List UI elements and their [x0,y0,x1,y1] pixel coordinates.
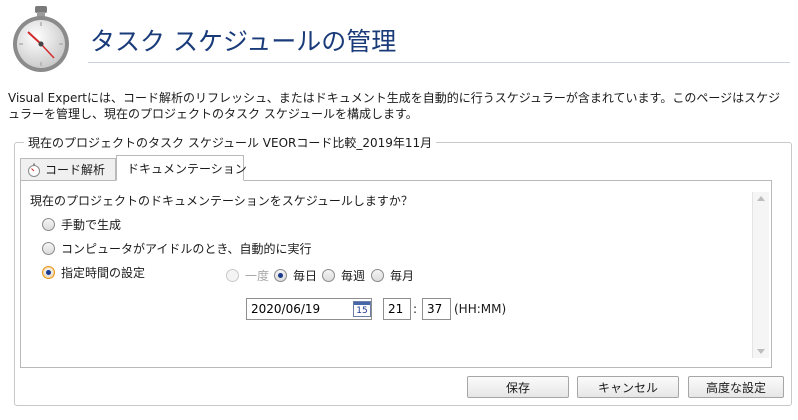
minute-field[interactable] [422,298,451,320]
page-header: タスク スケジュールの管理 [0,0,798,80]
tab-documentation[interactable]: ドキュメンテーション [116,155,247,181]
page-title: タスク スケジュールの管理 [90,27,397,56]
minute-input[interactable] [423,299,450,319]
radio-specified-time[interactable]: 指定時間の設定 [42,264,145,281]
calendar-icon[interactable]: 15 [353,301,371,317]
schedule-question: 現在のプロジェクトのドキュメンテーションをスケジュールしますか？ [30,194,413,208]
advanced-settings-button[interactable]: 高度な設定 [688,376,784,398]
radio-label: コンピュータがアイドルのとき、自動的に実行 [61,242,312,256]
scroll-up-arrow-icon[interactable] [757,196,765,201]
radio-button[interactable] [322,269,335,282]
radio-label: 手動で生成 [61,218,122,232]
stopwatch-icon [28,163,40,177]
tab-label: コード解析 [45,163,106,177]
radio-daily[interactable]: 毎日 [274,267,317,284]
hour-field[interactable] [383,298,411,320]
radio-label: 一度 [245,269,270,283]
radio-button[interactable] [42,266,55,279]
date-picker[interactable]: 15 [246,298,372,320]
header-divider [88,62,790,63]
page-description: Visual Expertには、コード解析のリフレッシュ、またはドキュメント生成… [8,91,781,121]
hour-input[interactable] [384,299,410,319]
radio-button[interactable] [42,242,55,255]
radio-label: 毎週 [341,269,366,283]
radio-button[interactable] [274,269,287,282]
stopwatch-logo-icon [13,6,69,72]
radio-weekly[interactable]: 毎週 [322,267,365,284]
radio-idle[interactable]: コンピュータがアイドルのとき、自動的に実行 [42,240,312,257]
save-button[interactable]: 保存 [467,376,569,398]
cancel-button[interactable]: キャンセル [577,376,679,398]
radio-button[interactable] [371,269,384,282]
radio-manual[interactable]: 手動で生成 [42,216,121,233]
tab-code-analysis[interactable]: コード解析 [20,158,116,180]
radio-button[interactable] [226,269,239,282]
radio-button[interactable] [42,218,55,231]
radio-label: 毎月 [390,269,415,283]
radio-label: 指定時間の設定 [61,266,146,280]
time-format-label: (HH:MM) [454,302,507,316]
radio-label: 毎日 [293,269,318,283]
date-input[interactable] [247,300,351,318]
tab-label: ドキュメンテーション [127,161,247,176]
vertical-scrollbar[interactable] [752,192,769,358]
time-separator: : [413,302,418,316]
scroll-down-arrow-icon[interactable] [757,349,765,354]
groupbox-title: 現在のプロジェクトのタスク スケジュール VEORコード比較_2019年11月 [24,134,437,151]
radio-once[interactable]: 一度 [226,267,269,284]
radio-monthly[interactable]: 毎月 [371,267,414,284]
